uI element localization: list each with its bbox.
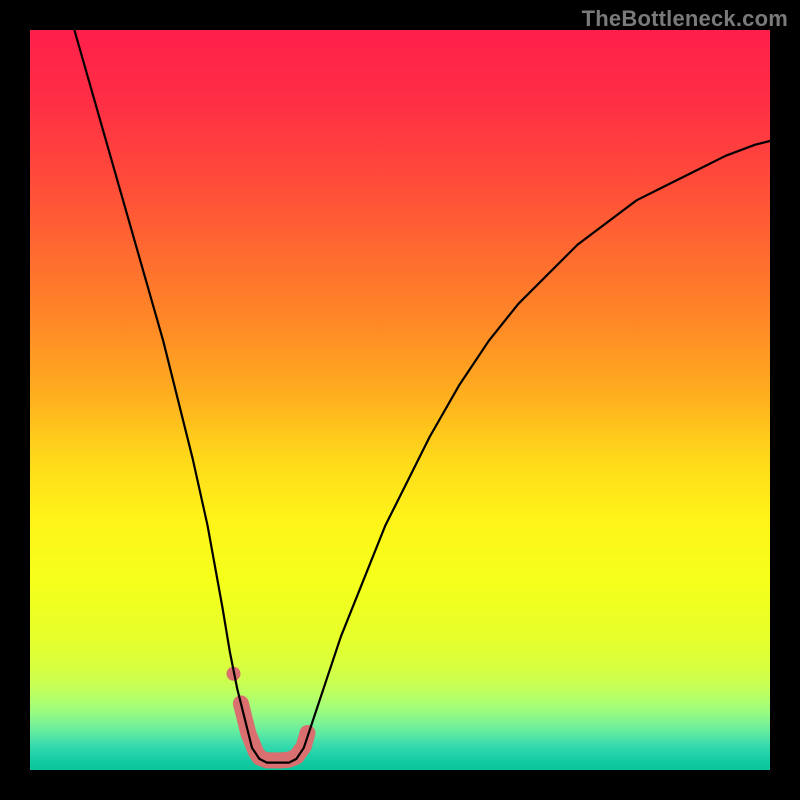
gradient-background — [30, 30, 770, 770]
plot-area — [30, 30, 770, 770]
outer-frame: TheBottleneck.com — [0, 0, 800, 800]
chart-svg — [30, 30, 770, 770]
watermark-text: TheBottleneck.com — [582, 6, 788, 32]
